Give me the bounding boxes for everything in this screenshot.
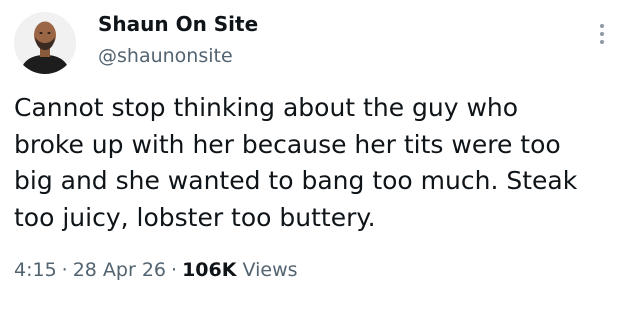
display-name[interactable]: Shaun On Site — [98, 12, 258, 36]
separator: · — [171, 259, 178, 281]
separator: · — [61, 259, 68, 281]
views-count: 106K — [182, 259, 237, 281]
tweet-text-line: broke up with her because her tits were … — [14, 129, 561, 159]
tweet-time[interactable]: 4:15 — [14, 259, 57, 281]
more-options-icon[interactable] — [594, 24, 610, 50]
tweet-card: Shaun On Site @shaunonsite Cannot stop t… — [0, 0, 630, 312]
tweet-metadata: 4:15 · 28 Apr 26 · 106K Views — [14, 259, 298, 281]
tweet-text: Cannot stop thinking about the guy who b… — [14, 90, 624, 236]
views-label: Views — [242, 259, 298, 281]
tweet-text-line: big and she wanted to bang too much. Ste… — [14, 166, 578, 195]
user-handle[interactable]: @shaunonsite — [98, 45, 233, 67]
tweet-date[interactable]: 28 Apr 26 — [73, 259, 166, 281]
avatar[interactable] — [14, 12, 76, 74]
tweet-text-line: too juicy, lobster too buttery. — [14, 202, 376, 232]
person-avatar-icon — [14, 12, 76, 74]
tweet-text-line: Cannot stop thinking about the guy who — [14, 93, 519, 122]
